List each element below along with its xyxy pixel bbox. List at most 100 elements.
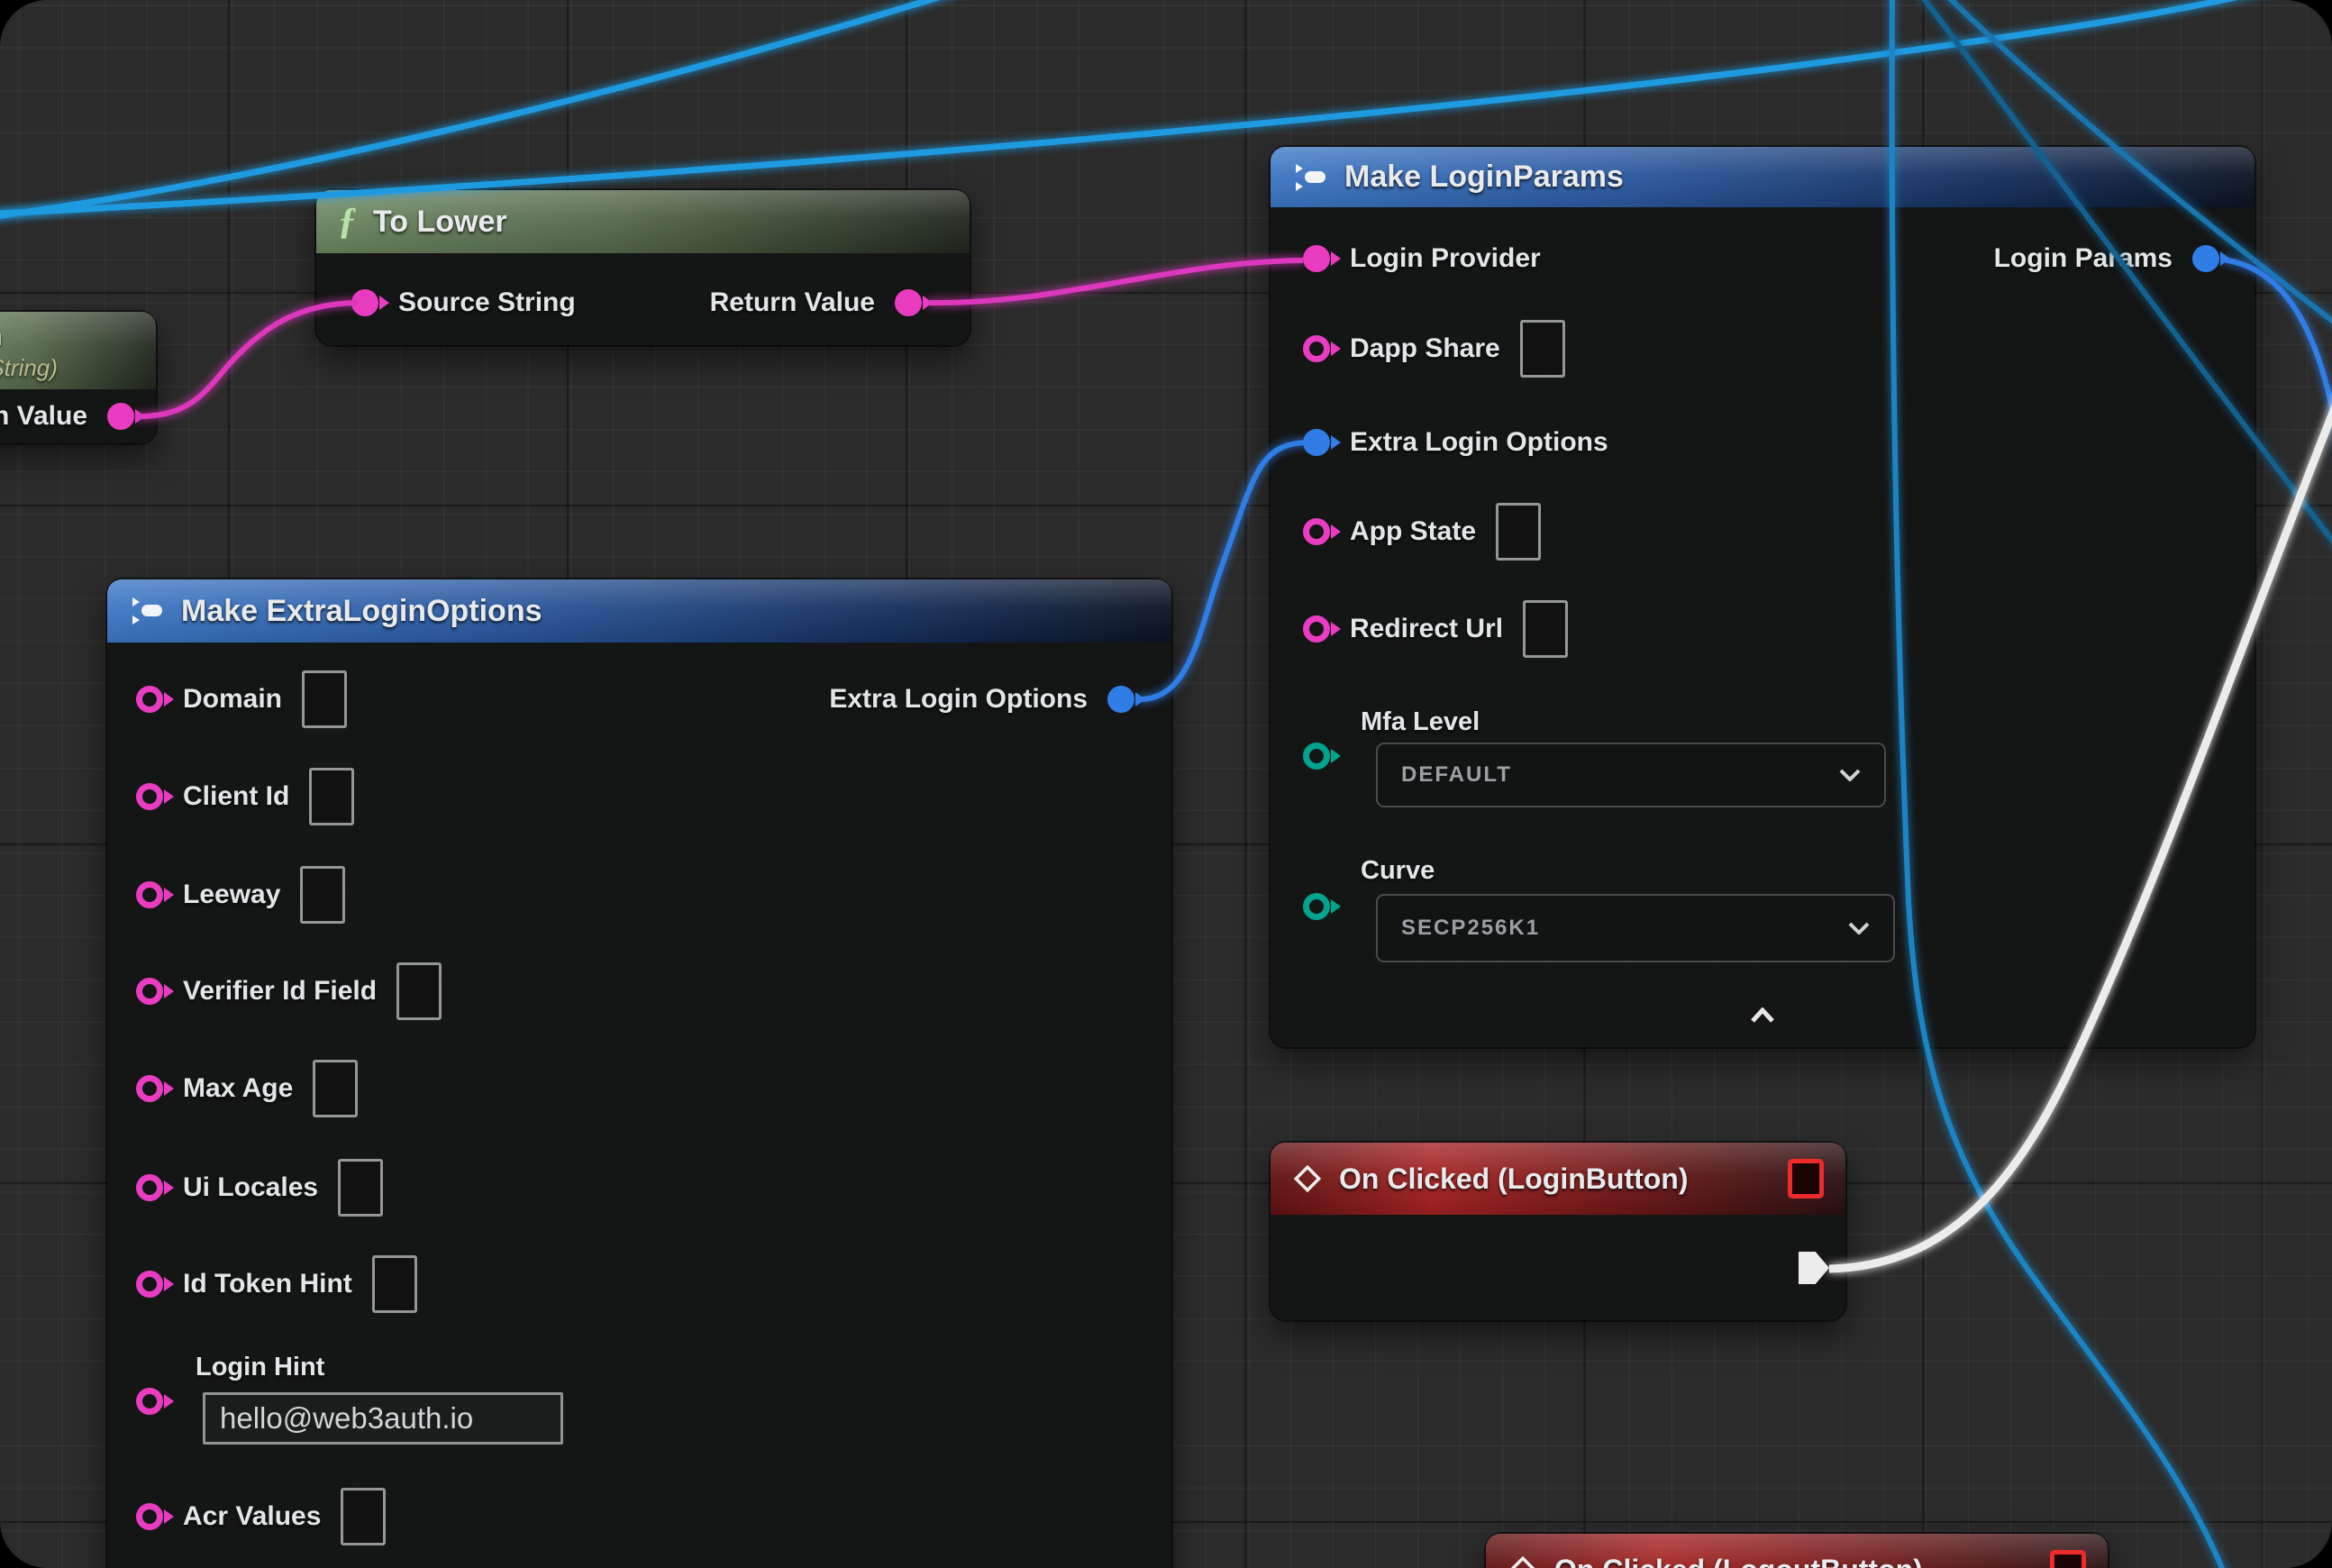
app-state-checkbox[interactable] xyxy=(1496,503,1541,561)
login-hint-pin[interactable] xyxy=(136,1388,163,1415)
leeway-pin[interactable] xyxy=(136,881,163,908)
max-age-pin[interactable] xyxy=(136,1075,163,1102)
login-params-pin[interactable] xyxy=(2192,245,2219,272)
melo-row-client-id: Client Id xyxy=(136,768,354,825)
melo-row-domain: Domain xyxy=(136,670,347,728)
node-make-login-params[interactable]: Make LoginParams Login Provider Login Pa… xyxy=(1271,147,2255,1047)
node-oclo-header[interactable]: On Clicked (LogoutButton) xyxy=(1486,1534,2108,1568)
node-oclo-title: On Clicked (LogoutButton) xyxy=(1554,1554,1923,1568)
node-to-lower[interactable]: ƒ To Lower Source String Return Value xyxy=(316,190,970,345)
melo-row-leeway: Leeway xyxy=(136,866,345,924)
client-id-label: Client Id xyxy=(183,781,289,812)
login-provider-label: Login Provider xyxy=(1350,243,1541,274)
melo-row-verifier-id-field: Verifier Id Field xyxy=(136,962,442,1020)
node-on-clicked-login[interactable]: On Clicked (LoginButton) xyxy=(1271,1143,1845,1320)
id-token-hint-pin[interactable] xyxy=(136,1271,163,1298)
node-melo-title: Make ExtraLoginOptions xyxy=(181,594,542,629)
blueprint-editor: tion ox (String) eturn Value ƒ To Lower … xyxy=(0,0,2332,1568)
dapp-share-checkbox[interactable] xyxy=(1520,320,1565,378)
event-diamond-icon xyxy=(1508,1554,1538,1568)
node-ocl-header[interactable]: On Clicked (LoginButton) xyxy=(1271,1143,1845,1215)
mlp-row-dapp-share: Dapp Share xyxy=(1303,320,1565,378)
domain-pin[interactable] xyxy=(136,686,163,713)
node-string-source-header[interactable]: tion ox (String) xyxy=(0,312,156,389)
source-string-pin[interactable] xyxy=(351,289,378,316)
redirect-url-checkbox[interactable] xyxy=(1523,600,1568,658)
curve-pin[interactable] xyxy=(1303,893,1330,920)
node-ocl-title: On Clicked (LoginButton) xyxy=(1339,1162,1689,1196)
max-age-label: Max Age xyxy=(183,1073,293,1104)
login-params-label: Login Params xyxy=(1994,243,2173,274)
login-provider-pin[interactable] xyxy=(1303,245,1330,272)
node-to-lower-title: To Lower xyxy=(373,205,507,240)
make-struct-icon xyxy=(129,595,165,627)
node-to-lower-header[interactable]: ƒ To Lower xyxy=(316,190,970,253)
client-id-checkbox[interactable] xyxy=(309,768,354,825)
string-source-return-label: eturn Value xyxy=(0,401,87,432)
extra-login-options-out-pin[interactable] xyxy=(1107,686,1134,713)
client-id-pin[interactable] xyxy=(136,783,163,810)
extra-login-options-in-label: Extra Login Options xyxy=(1350,427,1608,458)
collapse-advanced-button[interactable] xyxy=(1750,1007,1775,1024)
leeway-checkbox[interactable] xyxy=(300,866,345,924)
mlp-output-row: Login Params xyxy=(1994,230,2219,287)
dapp-share-pin[interactable] xyxy=(1303,335,1330,362)
mlp-row-mfa-pin xyxy=(1303,727,1330,785)
app-state-pin[interactable] xyxy=(1303,518,1330,545)
domain-checkbox[interactable] xyxy=(302,670,347,728)
ui-locales-pin[interactable] xyxy=(136,1174,163,1201)
melo-row-ui-locales: Ui Locales xyxy=(136,1159,383,1217)
mlp-row-redirect-url: Redirect Url xyxy=(1303,600,1568,658)
verifier-id-field-pin[interactable] xyxy=(136,978,163,1005)
id-token-hint-checkbox[interactable] xyxy=(372,1255,417,1313)
mlp-row-curve-pin xyxy=(1303,878,1330,935)
mlp-row-extra-login-options: Extra Login Options xyxy=(1303,414,1608,471)
graph-canvas[interactable]: tion ox (String) eturn Value ƒ To Lower … xyxy=(0,0,2332,1568)
melo-row-id-token-hint: Id Token Hint xyxy=(136,1255,417,1313)
curve-select[interactable]: SECP256K1 xyxy=(1376,894,1895,962)
mlp-row-app-state: App State xyxy=(1303,503,1541,561)
redirect-url-pin[interactable] xyxy=(1303,615,1330,643)
node-string-source[interactable]: tion ox (String) eturn Value xyxy=(0,312,156,443)
melo-row-login-hint xyxy=(136,1372,163,1430)
exec-out-pin[interactable] xyxy=(1799,1252,1829,1284)
string-source-return-row: eturn Value xyxy=(0,387,134,445)
node-melo-header[interactable]: Make ExtraLoginOptions xyxy=(107,579,1171,643)
event-diamond-icon xyxy=(1292,1163,1323,1194)
ui-locales-label: Ui Locales xyxy=(183,1172,318,1203)
make-struct-icon xyxy=(1292,161,1328,194)
login-hint-input[interactable] xyxy=(203,1392,563,1445)
return-value-pin[interactable] xyxy=(895,289,922,316)
node-string-source-subtitle: ox (String) xyxy=(0,354,58,382)
curve-value: SECP256K1 xyxy=(1401,916,1540,941)
string-return-value-pin[interactable] xyxy=(107,403,134,430)
widget-bound-badge xyxy=(1788,1159,1824,1199)
melo-output-row: Extra Login Options xyxy=(829,670,1134,728)
melo-row-acr-values: Acr Values xyxy=(136,1488,386,1545)
to-lower-output-row: Return Value xyxy=(710,274,922,332)
node-on-clicked-logout[interactable]: On Clicked (LogoutButton) xyxy=(1486,1534,2108,1568)
return-value-label: Return Value xyxy=(710,287,875,318)
mfa-level-select[interactable]: DEFAULT xyxy=(1376,743,1886,807)
acr-values-pin[interactable] xyxy=(136,1503,163,1530)
verifier-id-field-label: Verifier Id Field xyxy=(183,976,377,1007)
node-mlp-title: Make LoginParams xyxy=(1344,160,1624,195)
node-mlp-header[interactable]: Make LoginParams xyxy=(1271,147,2255,207)
wire-return-to-login-provider xyxy=(928,260,1303,303)
leeway-label: Leeway xyxy=(183,880,280,910)
extra-login-options-in-pin[interactable] xyxy=(1303,429,1330,456)
mfa-level-pin[interactable] xyxy=(1303,743,1330,770)
max-age-checkbox[interactable] xyxy=(313,1060,358,1117)
function-icon: ƒ xyxy=(338,203,357,241)
verifier-id-field-checkbox[interactable] xyxy=(396,962,442,1020)
acr-values-checkbox[interactable] xyxy=(341,1488,386,1545)
domain-label: Domain xyxy=(183,684,282,715)
source-string-label: Source String xyxy=(398,287,576,318)
ui-locales-checkbox[interactable] xyxy=(338,1159,383,1217)
chevron-down-icon xyxy=(1839,769,1861,781)
to-lower-input-row: Source String xyxy=(351,274,576,332)
mfa-level-value: DEFAULT xyxy=(1401,762,1512,788)
redirect-url-label: Redirect Url xyxy=(1350,614,1503,644)
node-make-extra-login-options[interactable]: Make ExtraLoginOptions Domain Extra Logi… xyxy=(107,579,1171,1568)
id-token-hint-label: Id Token Hint xyxy=(183,1269,352,1299)
